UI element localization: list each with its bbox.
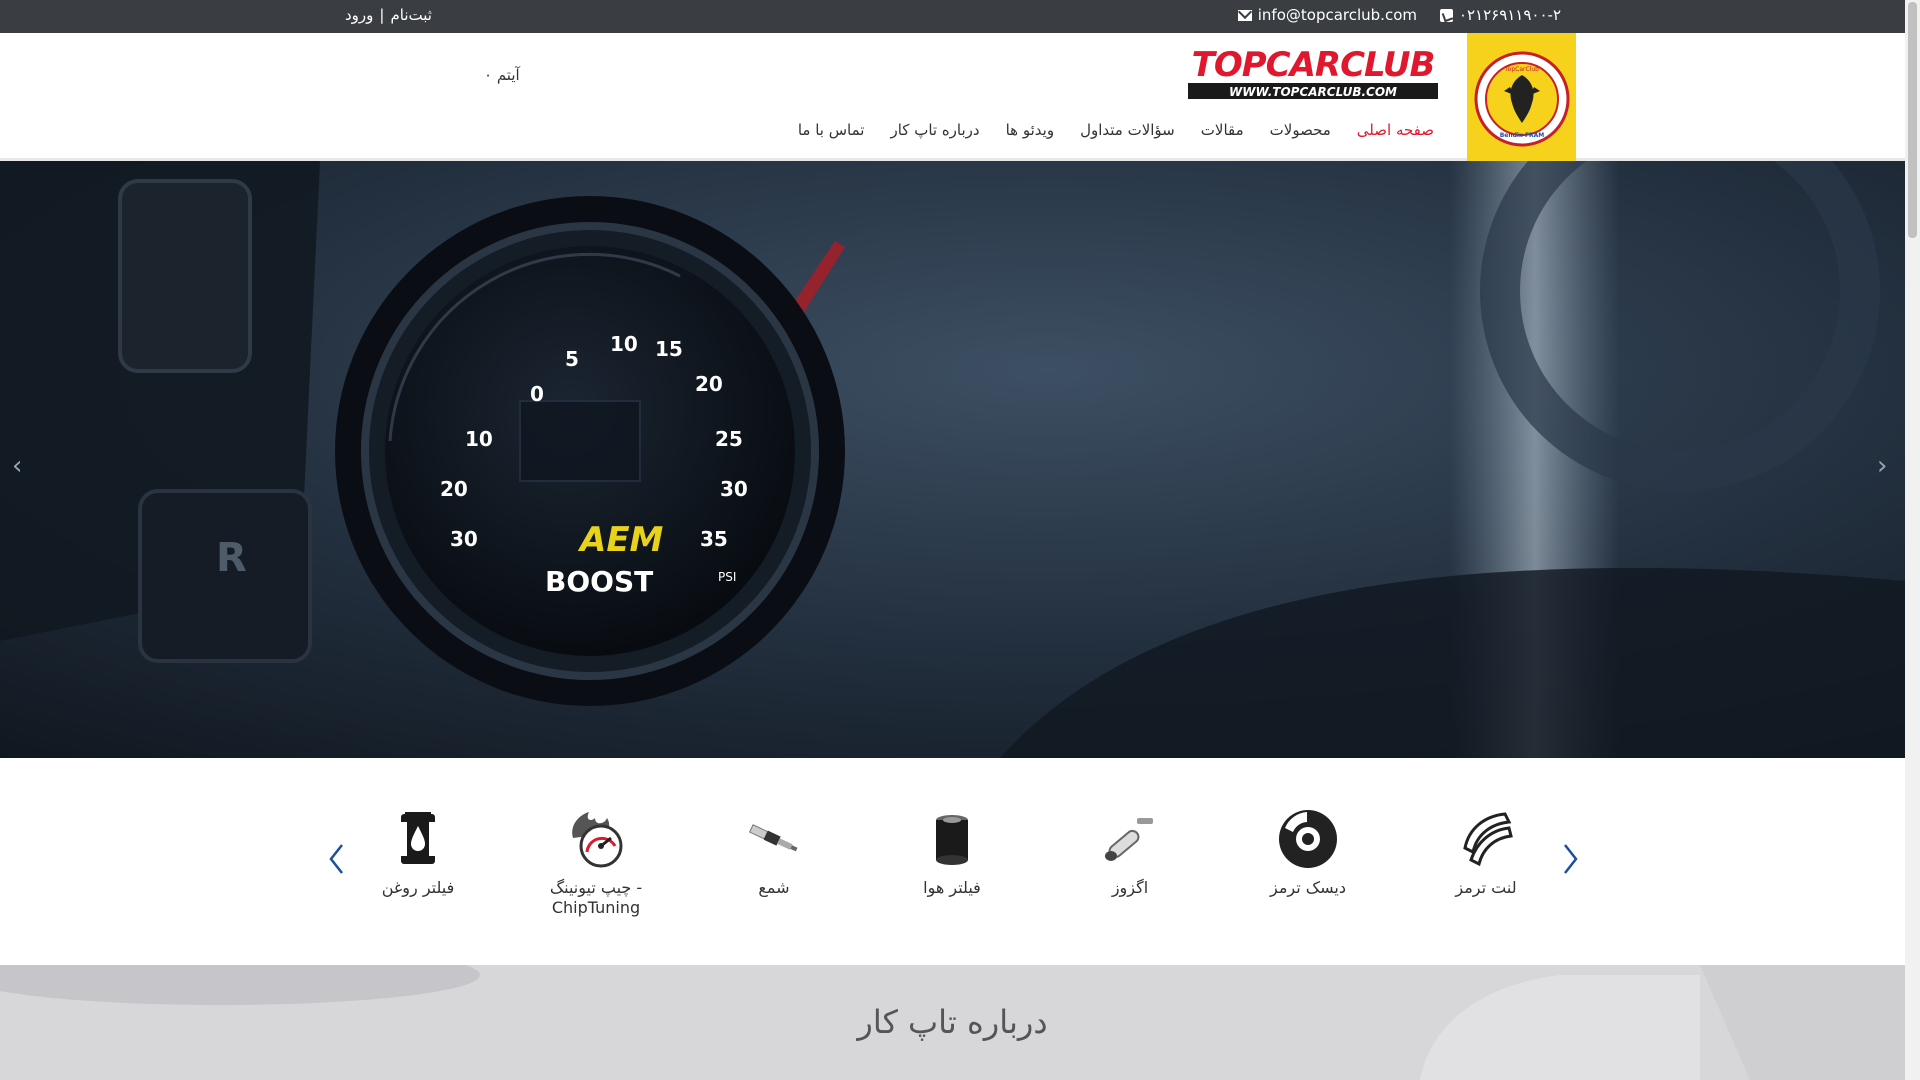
- nav-about[interactable]: درباره تاپ کار: [890, 121, 979, 139]
- product-label: فیلتر روغن: [381, 878, 455, 897]
- product-air-filter[interactable]: فیلتر هوا: [872, 808, 1032, 898]
- spark-plug-icon: [748, 824, 798, 852]
- product-oil-filter[interactable]: فیلتر روغن: [338, 808, 498, 898]
- gauge-tick-9: 30: [720, 477, 748, 501]
- logo-title: TOPCARCLUB: [1192, 45, 1435, 85]
- brake-pad-icon: [1463, 812, 1513, 867]
- gauge-tick-8: 25: [715, 427, 743, 451]
- badge-text: Bendix FRAM: [1499, 132, 1544, 139]
- envelope-icon: [1237, 9, 1252, 21]
- page-scrollbar[interactable]: [1905, 0, 1920, 1080]
- register-link[interactable]: ثبت‌نام: [390, 6, 431, 24]
- product-label: چیپ تیونینگ - ChipTuning: [549, 878, 643, 917]
- product-exhaust[interactable]: اگزوز: [1050, 808, 1210, 898]
- air-filter-icon: [936, 815, 968, 865]
- phone-contact[interactable]: ۰۲۱۲۶۹۱۱۹۰۰-۲: [1439, 6, 1561, 24]
- gauge-tick-2: 20: [440, 477, 468, 501]
- about-title: درباره تاپ کار: [857, 1003, 1048, 1041]
- gauge-unit: PSI: [718, 570, 736, 584]
- nav-products[interactable]: محصولات: [1270, 121, 1331, 139]
- phone-icon: [1439, 8, 1453, 22]
- product-label: شمع: [758, 878, 790, 897]
- hero-slider[interactable]: R 0 10 20 30 5 10 15 20 25 30 35 AEM BOO…: [0, 161, 1905, 758]
- nav-videos[interactable]: ویدئو ها: [1006, 121, 1054, 139]
- top-bar: ۰۲۱۲۶۹۱۱۹۰۰-۲ info@topcarclub.com ورود |…: [0, 0, 1905, 33]
- product-label: دیسک ترمز: [1270, 878, 1346, 897]
- site-logo[interactable]: TOPCARCLUB WWW.TOPCARCLUB.COM: [1186, 44, 1440, 100]
- club-badge-icon: TopCarClub Bendix FRAM: [1474, 51, 1569, 147]
- hero-image: R 0 10 20 30 5 10 15 20 25 30 35 AEM BOO…: [0, 161, 1905, 758]
- product-label: فیلتر هوا: [923, 878, 981, 897]
- product-label: لنت ترمز: [1455, 878, 1517, 897]
- gear-label: R: [216, 535, 247, 581]
- site-header: TopCarClub Bendix FRAM TOPCARCLUB WWW.TO…: [0, 33, 1905, 165]
- gauge-tick-3: 30: [450, 527, 478, 551]
- cart-summary[interactable]: ۰ آیتم: [484, 66, 520, 84]
- nav-home[interactable]: صفحه اصلی: [1357, 121, 1434, 139]
- product-spark-plug[interactable]: شمع: [694, 808, 854, 898]
- auth-links: ورود | ثبت‌نام: [345, 6, 432, 24]
- product-brake-disc[interactable]: دیسک ترمز: [1228, 808, 1388, 898]
- oil-filter-icon: [401, 812, 435, 864]
- product-chip-tuning[interactable]: چیپ تیونینگ - ChipTuning: [516, 808, 676, 918]
- gauge-tick-1: 10: [465, 427, 493, 451]
- gauge-tick-6: 15: [655, 337, 683, 361]
- nav-contact[interactable]: تماس با ما: [798, 121, 865, 139]
- gauge-tick-0: 0: [530, 382, 544, 406]
- gauge-brand: AEM: [577, 520, 664, 560]
- brake-disc-icon: [1279, 810, 1337, 868]
- badge-label: TopCarClub: [1504, 66, 1539, 73]
- gauge-tick-10: 35: [700, 527, 728, 551]
- product-categories-carousel: لنت ترمز دیسک ترمز اگزوز فیلتر هوا شمع چ…: [0, 758, 1905, 965]
- logo-url: WWW.TOPCARCLUB.COM: [1229, 85, 1397, 99]
- about-section: درباره تاپ کار: [0, 965, 1905, 1080]
- product-brake-pads[interactable]: لنت ترمز: [1406, 808, 1566, 898]
- hero-next-arrow[interactable]: ›: [1877, 451, 1893, 481]
- club-badge-logo[interactable]: TopCarClub Bendix FRAM: [1467, 33, 1576, 165]
- auth-separator: |: [379, 6, 385, 24]
- hero-prev-arrow[interactable]: ‹: [12, 451, 28, 481]
- nav-faq[interactable]: سؤالات متداول: [1080, 121, 1175, 139]
- email-address: info@topcarclub.com: [1257, 6, 1417, 24]
- email-contact[interactable]: info@topcarclub.com: [1237, 6, 1417, 24]
- chip-tuning-icon: [572, 812, 623, 868]
- exhaust-icon: [1105, 818, 1153, 861]
- main-nav: صفحه اصلی محصولات مقالات سؤالات متداول و…: [798, 121, 1434, 139]
- gauge-tick-7: 20: [695, 372, 723, 396]
- scrollbar-thumb[interactable]: [1908, 2, 1917, 238]
- product-label: اگزوز: [1111, 878, 1149, 897]
- login-link[interactable]: ورود: [345, 6, 373, 24]
- phone-number: ۰۲۱۲۶۹۱۱۹۰۰-۲: [1458, 6, 1561, 24]
- gauge-tick-5: 10: [610, 332, 638, 356]
- gauge-tick-4: 5: [565, 347, 579, 371]
- nav-articles[interactable]: مقالات: [1201, 121, 1244, 139]
- gauge-label: BOOST: [545, 565, 653, 598]
